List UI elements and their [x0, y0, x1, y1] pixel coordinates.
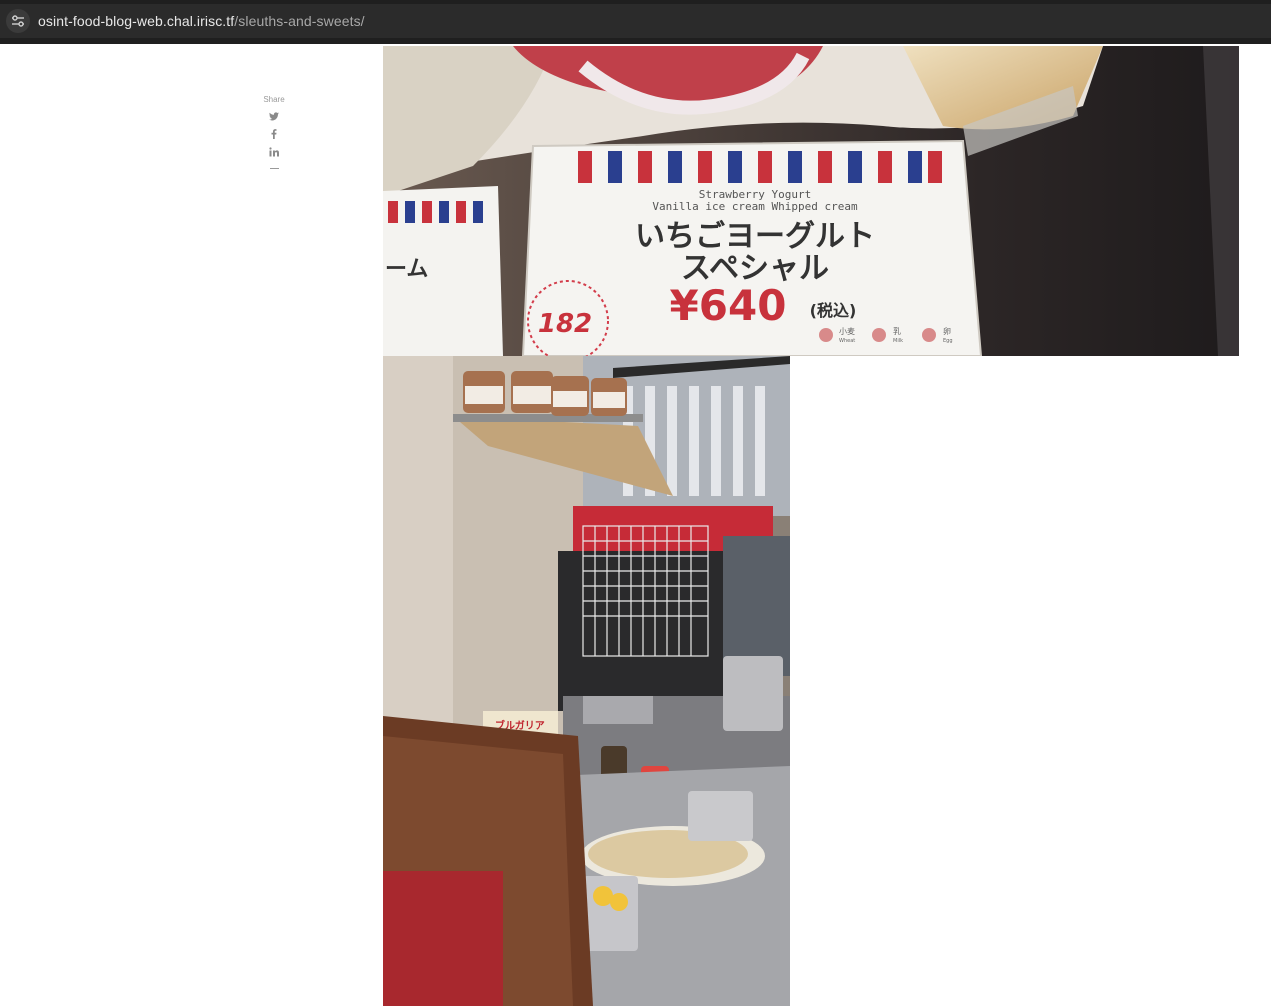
- url-path: /sleuths-and-sweets/: [234, 13, 365, 29]
- tag-number: 182: [538, 309, 592, 339]
- allergen-wheat-en: Wheat: [839, 338, 855, 344]
- browser-bottom-strip: [0, 38, 1271, 44]
- left-price-tag: ーム: [383, 186, 503, 356]
- main-price-tag: Strawberry Yogurt Vanilla ice cream Whip…: [521, 139, 983, 356]
- url-text[interactable]: osint-food-blog-web.chal.irisc.tf/sleuth…: [38, 13, 365, 29]
- allergen-egg: 卵: [943, 326, 951, 336]
- share-divider: [269, 168, 279, 169]
- tune-icon: [11, 14, 25, 28]
- price-tag-photo: ーム Strawberry Yogurt Vanilla ice cream W…: [383, 46, 1239, 356]
- tag-price: ¥640: [670, 281, 787, 330]
- share-bar: Share: [254, 95, 294, 169]
- url-host: osint-food-blog-web.chal.irisc.tf: [38, 13, 235, 29]
- tag-english-line2: Vanilla ice cream Whipped cream: [652, 200, 858, 213]
- left-tag-text: ーム: [385, 257, 428, 282]
- share-label: Share: [263, 95, 285, 104]
- linkedin-icon[interactable]: [268, 146, 280, 158]
- kitchen-photo: ブルガリア: [383, 356, 790, 1006]
- address-bar[interactable]: osint-food-blog-web.chal.irisc.tf/sleuth…: [0, 4, 1271, 38]
- allergen-milk: 乳: [893, 326, 901, 336]
- facebook-icon[interactable]: [268, 128, 280, 140]
- allergen-egg-en: Egg: [943, 338, 953, 344]
- allergen-milk-en: Milk: [893, 338, 903, 344]
- tag-japanese-line1: いちごヨーグルト: [635, 219, 875, 254]
- allergen-wheat: 小麦: [839, 326, 855, 336]
- twitter-icon[interactable]: [268, 110, 280, 122]
- site-info-button[interactable]: [6, 9, 30, 33]
- tag-tax-note: (税込): [810, 301, 857, 320]
